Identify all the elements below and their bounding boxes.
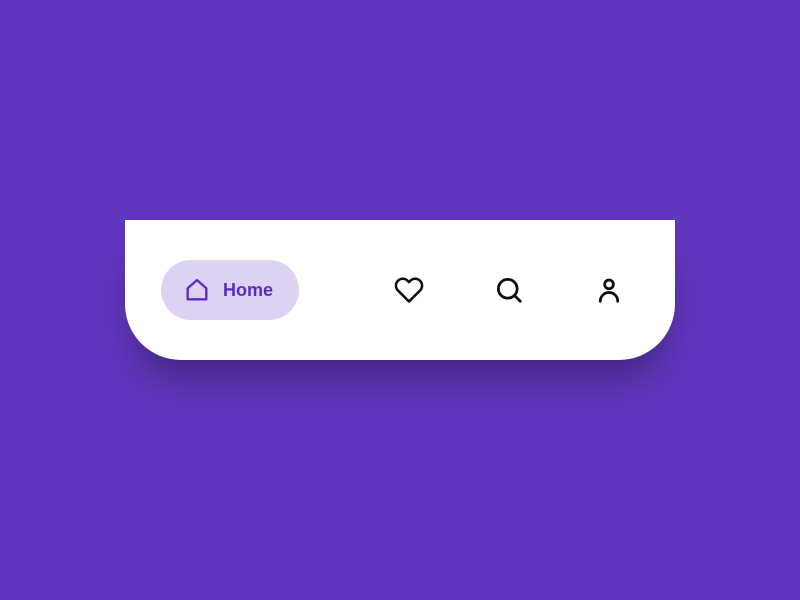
nav-item-label: Home [223,280,273,301]
user-icon [594,275,624,305]
search-icon [494,275,524,305]
nav-item-profile[interactable] [579,260,639,320]
bottom-nav: Home [125,220,675,360]
nav-item-favorites[interactable] [379,260,439,320]
heart-icon [394,275,424,305]
home-icon [183,276,211,304]
nav-item-search[interactable] [479,260,539,320]
nav-item-home[interactable]: Home [161,260,299,320]
